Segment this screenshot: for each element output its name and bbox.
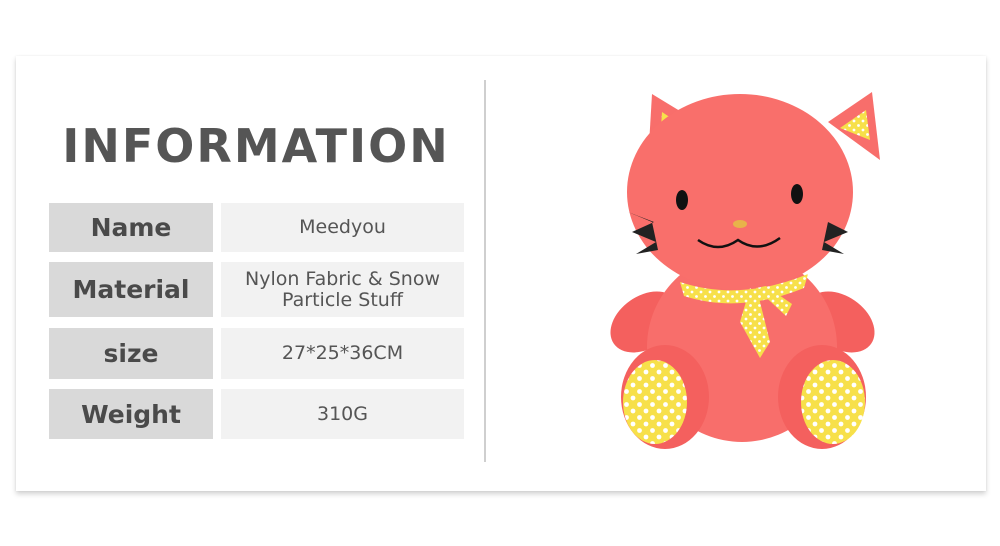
spec-value: 310G [221,389,464,439]
spec-label: Weight [49,389,213,439]
spec-row-weight: Weight 310G [49,389,464,439]
spec-value: Nylon Fabric & Snow Particle Stuff [221,262,464,317]
spec-value: 27*25*36CM [221,328,464,379]
spec-row-name: Name Meedyou [49,203,464,252]
vertical-divider [484,80,486,462]
spec-label: Name [49,203,213,252]
page-title: INFORMATION [62,119,450,173]
spec-label: Material [49,262,213,317]
spec-label: size [49,328,213,379]
spec-row-size: size 27*25*36CM [49,328,464,379]
spec-value: Meedyou [221,203,464,252]
plush-cat-illustration [610,92,880,449]
spec-row-material: Material Nylon Fabric & Snow Particle St… [49,262,464,317]
